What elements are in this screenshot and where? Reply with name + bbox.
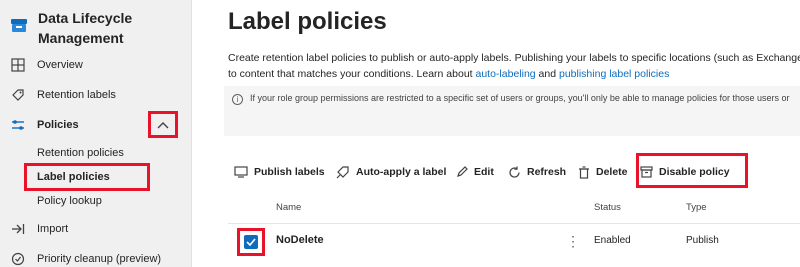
refresh-button[interactable]: Refresh bbox=[508, 160, 566, 184]
collapse-policies-button[interactable] bbox=[148, 111, 178, 138]
left-navigation: Data Lifecycle Management Overview Reten… bbox=[0, 0, 192, 267]
checkmark-icon bbox=[244, 235, 258, 249]
button-label: Delete bbox=[596, 166, 628, 178]
main-content: Label policies Create retention label po… bbox=[192, 0, 800, 267]
sidebar-item-label: Policies bbox=[37, 119, 79, 131]
info-banner: i If your role group permissions are res… bbox=[224, 86, 800, 136]
overview-icon bbox=[10, 57, 26, 73]
more-options-icon[interactable]: ⋮ bbox=[566, 233, 580, 250]
publish-icon bbox=[234, 166, 248, 178]
auto-apply-label-button[interactable]: Auto-apply a label bbox=[336, 160, 446, 184]
trash-icon bbox=[579, 165, 589, 179]
description-text: to content that matches your conditions.… bbox=[228, 68, 476, 80]
header-divider bbox=[228, 223, 800, 224]
button-label: Edit bbox=[474, 166, 494, 178]
pencil-icon bbox=[457, 166, 468, 177]
sidebar-item-label: Retention policies bbox=[37, 147, 124, 159]
info-text: If your role group permissions are restr… bbox=[250, 93, 790, 103]
policy-name[interactable]: NoDelete bbox=[276, 234, 324, 246]
sidebar-item-label: Retention labels bbox=[37, 89, 116, 101]
sidebar-item-policy-lookup[interactable]: Policy lookup bbox=[0, 189, 191, 213]
import-icon bbox=[10, 221, 26, 237]
sidebar-item-retention-policies[interactable]: Retention policies bbox=[0, 141, 191, 165]
edit-button[interactable]: Edit bbox=[456, 160, 494, 184]
policy-status: Enabled bbox=[594, 235, 631, 246]
sidebar-item-priority-cleanup[interactable]: Priority cleanup (preview) bbox=[0, 247, 191, 267]
policy-type: Publish bbox=[686, 235, 719, 246]
tag-icon bbox=[10, 87, 26, 103]
column-header-status[interactable]: Status bbox=[594, 202, 621, 213]
sidebar-item-label: Priority cleanup (preview) bbox=[37, 253, 162, 265]
archive-box-icon bbox=[10, 16, 28, 34]
cleanup-icon bbox=[10, 251, 26, 267]
column-header-type[interactable]: Type bbox=[686, 202, 707, 213]
sidebar-item-retention-labels[interactable]: Retention labels bbox=[0, 83, 191, 107]
publishing-label-policies-link[interactable]: publishing label policies bbox=[559, 68, 669, 80]
button-label: Auto-apply a label bbox=[356, 166, 447, 178]
row-select-checkbox[interactable] bbox=[237, 228, 265, 256]
page-title: Label policies bbox=[228, 8, 387, 35]
label-policies-highlight bbox=[24, 163, 150, 191]
button-label: Publish labels bbox=[254, 166, 325, 178]
auto-apply-icon bbox=[336, 166, 349, 179]
sliders-icon bbox=[10, 117, 26, 133]
description-text: and bbox=[535, 68, 559, 80]
app-title: Data Lifecycle Management bbox=[38, 10, 133, 46]
chevron-up-icon bbox=[157, 116, 169, 134]
page-description: Create retention label policies to publi… bbox=[228, 50, 800, 82]
column-header-name[interactable]: Name bbox=[276, 202, 301, 213]
info-icon: i bbox=[232, 94, 243, 105]
disable-policy-highlight bbox=[636, 153, 748, 188]
sidebar-item-label: Import bbox=[37, 223, 69, 235]
sidebar-item-label: Overview bbox=[37, 59, 83, 71]
app-header: Data Lifecycle Management bbox=[8, 8, 188, 50]
sidebar-item-label: Policy lookup bbox=[37, 195, 102, 207]
delete-button[interactable]: Delete bbox=[578, 160, 628, 184]
sidebar-item-import[interactable]: Import bbox=[0, 217, 191, 241]
refresh-icon bbox=[509, 166, 520, 178]
description-line-1: Create retention label policies to publi… bbox=[228, 52, 800, 64]
auto-labeling-link[interactable]: auto-labeling bbox=[476, 68, 536, 80]
description-line-2: to content that matches your conditions.… bbox=[228, 66, 800, 82]
publish-labels-button[interactable]: Publish labels bbox=[234, 160, 325, 184]
button-label: Refresh bbox=[527, 166, 567, 178]
sidebar-item-overview[interactable]: Overview bbox=[0, 53, 191, 77]
table-header: Name Status Type bbox=[228, 202, 800, 218]
table-row[interactable]: NoDelete ⋮ Enabled Publish bbox=[228, 228, 800, 256]
